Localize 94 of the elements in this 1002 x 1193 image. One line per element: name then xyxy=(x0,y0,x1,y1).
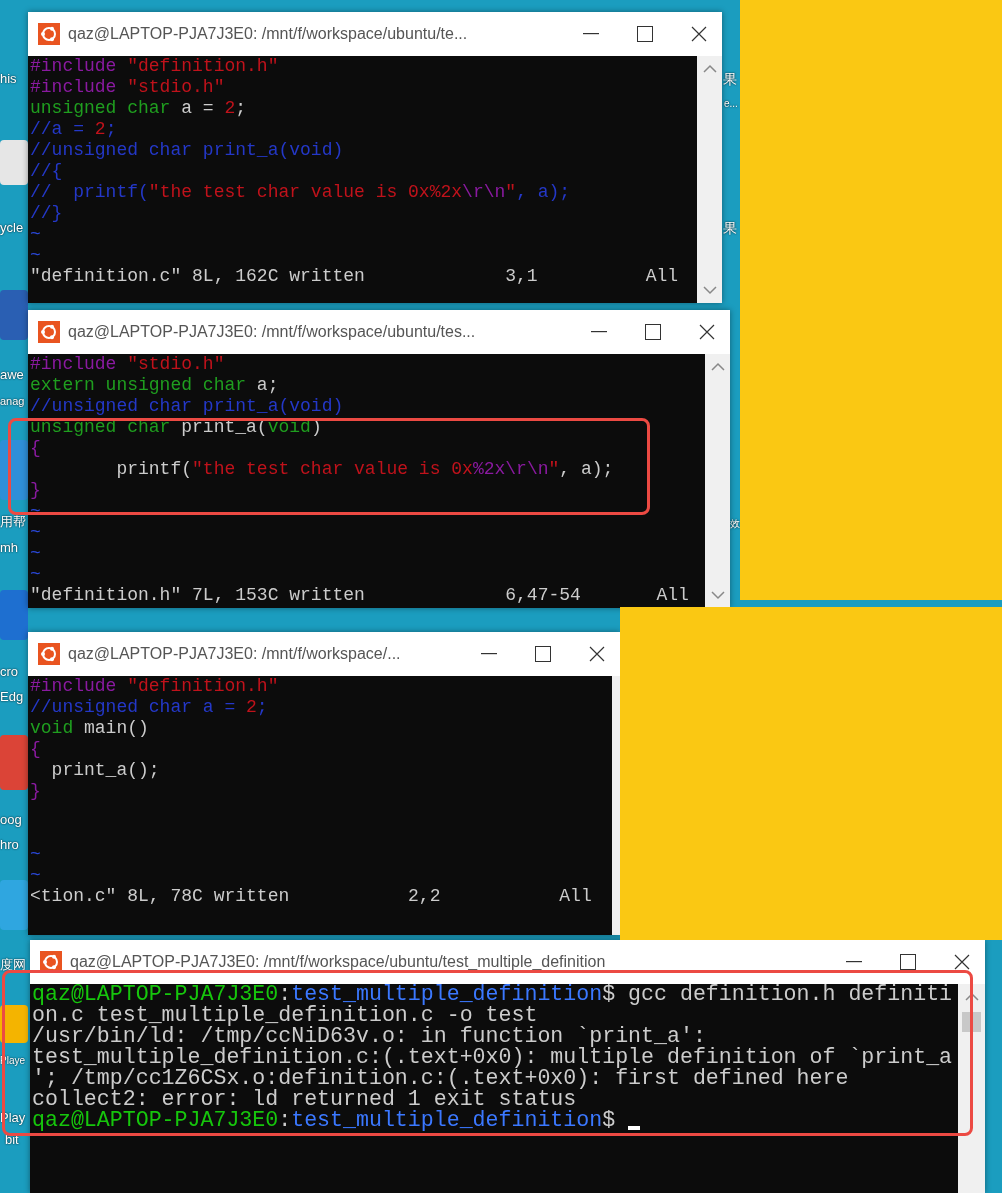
desktop-icon-label: bit xyxy=(5,1131,19,1149)
status-message: "definition.h" 7L, 153C written xyxy=(30,585,365,606)
app-logo-icon xyxy=(40,951,62,973)
desktop-icon-label: 果 xyxy=(723,70,737,88)
terminal-line: '; /tmp/cc1Z6CSx.o:definition.c:(.text+0x0): first defined here xyxy=(32,1068,850,1089)
scroll-position: All xyxy=(559,886,592,907)
scroll-down-icon[interactable] xyxy=(710,590,725,600)
minimize-icon xyxy=(846,961,862,963)
scroll-up-icon[interactable] xyxy=(964,992,979,1002)
cursor-position: 6,47-54 xyxy=(505,585,581,606)
maximize-icon xyxy=(900,954,916,970)
status-message: <tion.c" 8L, 78C written xyxy=(30,886,290,907)
text-cursor xyxy=(628,1126,641,1130)
window-title: qaz@LAPTOP-PJA7J3E0: /mnt/f/workspace/ubuntu/te... xyxy=(68,25,469,43)
status-message: "definition.c" 8L, 162C written xyxy=(30,266,365,287)
minimize-icon xyxy=(591,331,607,333)
desktop-icon-label: awe xyxy=(0,366,24,384)
desktop-app-icon[interactable] xyxy=(0,140,28,185)
app-logo-icon xyxy=(38,643,60,665)
code-line: ~ xyxy=(30,501,42,522)
desktop-icon-label: mh xyxy=(0,539,19,557)
desktop-icon-label: 果 xyxy=(723,219,737,237)
code-line: ~ xyxy=(30,224,42,245)
code-line: //} xyxy=(30,203,64,224)
code-line: { xyxy=(30,438,42,459)
desktop-icon-label: hro xyxy=(0,836,19,854)
code-line: ~ xyxy=(30,844,42,865)
desktop-icon-label: 用帮 xyxy=(0,513,26,531)
code-line: //a = 2; xyxy=(30,119,118,140)
desktop-icon-label: 效 xyxy=(730,517,740,531)
code-line: print_a(); xyxy=(50,760,161,781)
code-line: //{ xyxy=(30,161,64,182)
scroll-down-icon[interactable] xyxy=(702,285,717,295)
window-title: qaz@LAPTOP-PJA7J3E0: /mnt/f/workspace/ubuntu/tes... xyxy=(68,323,477,341)
code-line: #include "stdio.h" xyxy=(30,77,226,98)
window-title: qaz@LAPTOP-PJA7J3E0: /mnt/f/workspace/ubuntu/test_multiple_definition xyxy=(70,953,607,971)
code-line: printf("the test char value is 0x%2x\r\n", a); xyxy=(115,459,615,480)
code-line: ~ xyxy=(30,522,42,543)
code-line: ~ xyxy=(30,245,42,266)
close-icon xyxy=(589,646,605,662)
code-line: // printf("the test char value is 0x%2x\r\n", a); xyxy=(30,182,572,203)
code-line: void main() xyxy=(30,718,150,739)
code-line: //unsigned char print_a(void) xyxy=(30,140,345,161)
code-line: #include "definition.h" xyxy=(30,676,280,697)
app-logo-icon xyxy=(38,23,60,45)
scrollbar[interactable] xyxy=(612,676,620,935)
desktop-icon-label: ycle xyxy=(0,219,24,237)
terminal-line: on.c test_multiple_definition.c -o test xyxy=(32,1005,538,1026)
minimize-icon xyxy=(481,653,497,655)
maximize-icon xyxy=(637,26,653,42)
scrollbar[interactable] xyxy=(705,354,730,608)
cursor-position: 2,2 xyxy=(408,886,441,907)
cursor-position: 3,1 xyxy=(505,266,538,287)
code-line: } xyxy=(30,781,42,802)
desktop-icon-label: 度网 xyxy=(0,956,26,974)
desktop-icon-label: Edg xyxy=(0,688,24,706)
code-line: unsigned char a = 2; xyxy=(30,98,248,119)
scroll-position: All xyxy=(656,585,689,606)
code-line: } xyxy=(30,480,42,501)
close-icon xyxy=(691,26,707,42)
desktop-icon-label: oog xyxy=(0,811,22,829)
desktop-app-icon[interactable] xyxy=(0,880,28,930)
code-line: { xyxy=(30,739,42,760)
desktop-app-icon[interactable] xyxy=(0,735,28,790)
scrollbar[interactable] xyxy=(697,56,722,303)
scroll-position: All xyxy=(645,266,679,287)
close-icon xyxy=(699,324,715,340)
terminal-line: collect2: error: ld returned 1 exit status xyxy=(32,1089,577,1110)
scroll-up-icon[interactable] xyxy=(702,64,717,74)
terminal-line: qaz@LAPTOP-PJA7J3E0:test_multiple_definition$ gcc definition.h definiti xyxy=(32,984,954,1005)
window-title: qaz@LAPTOP-PJA7J3E0: /mnt/f/workspace/... xyxy=(68,645,402,663)
code-line: ~ xyxy=(30,564,42,585)
maximize-icon xyxy=(645,324,661,340)
code-line: #include "stdio.h" xyxy=(30,354,226,375)
terminal-line: /usr/bin/ld: /tmp/ccNiD63v.o: in function `print_a': xyxy=(32,1026,706,1047)
scroll-up-icon[interactable] xyxy=(710,362,725,372)
code-line: //unsigned char a = 2; xyxy=(30,697,269,718)
code-line: extern unsigned char a; xyxy=(30,375,280,396)
desktop-icon-label: his xyxy=(0,70,17,88)
desktop-icon-label: e... xyxy=(724,97,738,111)
terminal-line: qaz@LAPTOP-PJA7J3E0:test_multiple_definition$ xyxy=(32,1110,958,1131)
code-line: #include "definition.h" xyxy=(30,56,280,77)
minimize-icon xyxy=(583,33,599,35)
desktop-icon-label: anag xyxy=(0,394,25,409)
code-line: //unsigned char print_a(void) xyxy=(30,396,345,417)
terminal-line: test_multiple_definition.c:(.text+0x0): multiple definition of `print_a xyxy=(32,1047,954,1068)
maximize-icon xyxy=(535,646,551,662)
code-line: ~ xyxy=(30,543,42,564)
app-logo-icon xyxy=(38,321,60,343)
desktop-app-icon[interactable] xyxy=(0,290,28,340)
desktop-icon-label: cro xyxy=(0,663,19,681)
desktop-app-icon[interactable] xyxy=(0,590,28,640)
code-line: ~ xyxy=(30,865,42,886)
close-icon xyxy=(954,954,970,970)
